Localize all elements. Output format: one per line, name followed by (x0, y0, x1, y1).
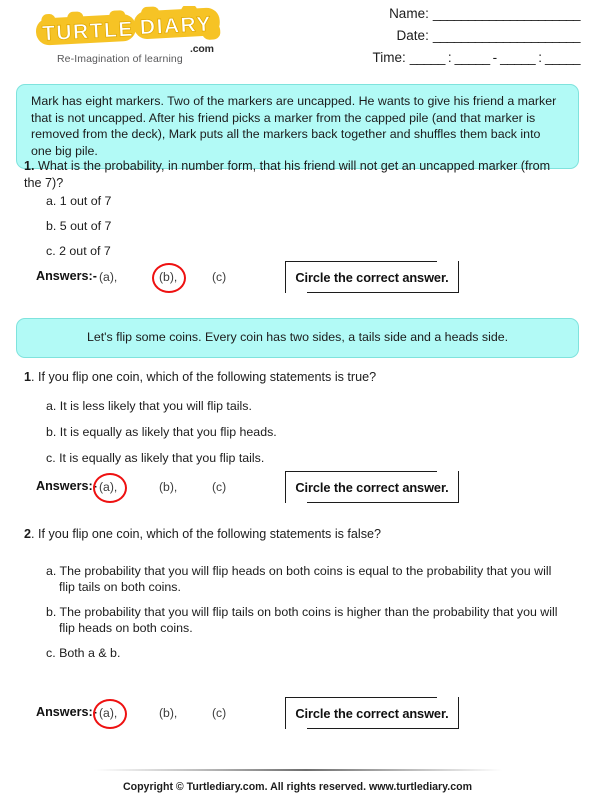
time-end-hour-blank[interactable]: _____ (500, 50, 536, 65)
answers-label-1-1: Answers:- (36, 269, 97, 283)
passage-text-1: Mark has eight markers. Two of the marke… (16, 84, 579, 169)
circle-instruction-text-2-1: Circle the correct answer. (295, 479, 449, 495)
question-number-1-1: 1 (24, 159, 32, 173)
time-separator-1: : (447, 50, 452, 65)
question-number-2-1: 1 (24, 370, 32, 384)
question-stem-2-2: 2. If you flip one coin, which of the fo… (24, 526, 564, 543)
circle-instruction-box-2-1: Circle the correct answer. (285, 471, 459, 503)
option-2-2-c[interactable]: c. Both a & b. (46, 645, 120, 661)
circle-instruction-box-1-1: Circle the correct answer. (285, 261, 459, 293)
time-end-minute-blank[interactable]: _____ (545, 50, 581, 65)
time-range-dash: - (492, 50, 498, 65)
answer-option-1-1-a[interactable]: (a), (99, 270, 117, 284)
option-2-1-b[interactable]: b. It is equally as likely that you flip… (46, 424, 277, 440)
name-field-row: Name: _____________________ (300, 6, 580, 28)
footer-divider (94, 769, 502, 771)
question-number-2-2: 2 (24, 527, 32, 541)
answer-option-1-1-c[interactable]: (c) (212, 270, 226, 284)
name-input-blank[interactable]: _____________________ (433, 6, 581, 21)
option-1-1-c[interactable]: c. 2 out of 7 (46, 243, 111, 259)
question-stem-1-1: 1. What is the probability, in number fo… (24, 158, 564, 192)
option-2-2-b-text: b. The probability that you will flip ta… (46, 605, 558, 635)
time-label: Time: (372, 50, 406, 65)
time-field-row: Time: _____ : _____ - _____ : _____ (300, 50, 581, 72)
time-start-hour-blank[interactable]: _____ (410, 50, 446, 65)
date-field-row: Date: _____________________ (300, 28, 581, 50)
footer-copyright: Copyright © Turtlediary.com. All rights … (122, 781, 473, 793)
question-number-suffix-1-1: . (31, 159, 35, 173)
answer-option-2-2-a[interactable]: (a), (99, 706, 117, 720)
option-2-2-a[interactable]: a. The probability that you will flip he… (46, 563, 561, 595)
option-1-1-b[interactable]: b. 5 out of 7 (46, 218, 111, 234)
answer-option-2-2-c[interactable]: (c) (212, 706, 226, 720)
question-number-suffix-2-2: . (31, 527, 35, 541)
passage-text-2: Let's flip some coins. Every coin has tw… (16, 318, 579, 358)
option-2-2-a-text: a. The probability that you will flip he… (46, 564, 552, 594)
option-2-1-a[interactable]: a. It is less likely that you will flip … (46, 398, 252, 414)
time-separator-2: : (538, 50, 542, 65)
answer-option-1-1-b[interactable]: (b), (159, 270, 177, 284)
answer-option-2-1-c[interactable]: (c) (212, 480, 226, 494)
option-2-2-b[interactable]: b. The probability that you will flip ta… (46, 604, 561, 636)
svg-text:DIARY: DIARY (139, 13, 212, 40)
date-label: Date: (396, 28, 429, 43)
option-1-1-a[interactable]: a. 1 out of 7 (46, 193, 111, 209)
question-stem-2-1: 1. If you flip one coin, which of the fo… (24, 369, 564, 386)
time-start-minute-blank[interactable]: _____ (455, 50, 491, 65)
date-input-blank[interactable]: _____________________ (433, 28, 581, 43)
question-number-suffix-2-1: . (31, 370, 35, 384)
answers-label-2-1: Answers:- (36, 479, 97, 493)
logo-tagline: Re-Imagination of learning (57, 53, 183, 65)
option-2-1-c[interactable]: c. It is equally as likely that you flip… (46, 450, 264, 466)
answer-option-2-1-a[interactable]: (a), (99, 480, 117, 494)
page-header: TURTLE DIARY .com Re-Imagination of lear… (0, 0, 595, 78)
question-text-2-1: If you flip one coin, which of the follo… (38, 370, 377, 384)
circle-instruction-text-2-2: Circle the correct answer. (295, 705, 449, 721)
logo-dotcom-text: .com (190, 43, 214, 55)
answer-option-2-2-b[interactable]: (b), (159, 706, 177, 720)
answer-option-2-1-b[interactable]: (b), (159, 480, 177, 494)
question-text-1-1: What is the probability, in number form,… (24, 159, 551, 190)
student-info-fields: Name: _____________________ Date: ______… (300, 6, 581, 72)
site-logo: TURTLE DIARY .com Re-Imagination of lear… (22, 6, 232, 68)
circle-instruction-text-1-1: Circle the correct answer. (295, 269, 449, 285)
name-label: Name: (389, 6, 429, 21)
svg-text:TURTLE: TURTLE (42, 18, 135, 46)
question-text-2-2: If you flip one coin, which of the follo… (38, 527, 382, 541)
circle-instruction-box-2-2: Circle the correct answer. (285, 697, 459, 729)
answers-label-2-2: Answers:- (36, 705, 97, 719)
